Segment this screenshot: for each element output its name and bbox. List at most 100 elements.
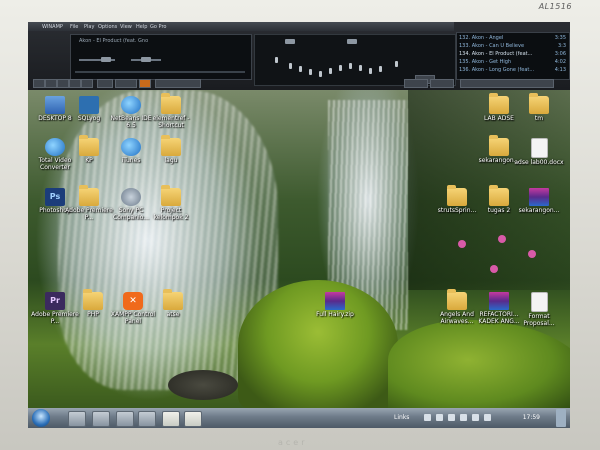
playlist-row-time: 3:3 (557, 43, 566, 49)
desktop-icon-full-hairy[interactable]: Full Hairy.zip (310, 292, 360, 318)
eq-preset-button[interactable] (347, 39, 357, 44)
folder-icon (161, 93, 181, 114)
playlist-row[interactable]: 132. Akon - Angel (459, 35, 503, 41)
tray-icon[interactable] (424, 414, 431, 421)
desktop-icon-format[interactable]: Format Proposal... (514, 292, 564, 327)
winamp-display: Akon - El Product (feat. Gno (70, 34, 252, 80)
sony-pc-companion-icon (121, 188, 141, 206)
eq-slider[interactable] (275, 57, 278, 63)
premiere-icon: Pr (45, 292, 65, 310)
eq-slider[interactable] (289, 63, 292, 69)
folder-icon (161, 135, 181, 156)
menu-help[interactable]: Help (136, 24, 147, 30)
menu-view[interactable]: View (120, 24, 132, 30)
playlist-row[interactable]: 133. Akon - Can U Believe (459, 43, 524, 49)
winamp-window[interactable]: WINAMP File Play Options View Help Go Pr… (28, 22, 570, 90)
playlist-remove-button[interactable] (430, 79, 454, 88)
desktop-icon-project[interactable]: Project kelompok 2 (146, 185, 196, 221)
balance-knob[interactable] (141, 57, 151, 62)
eq-slider[interactable] (309, 69, 312, 75)
volume-icon[interactable] (472, 414, 479, 421)
sqlyog-icon (79, 96, 99, 114)
volume-knob[interactable] (101, 57, 111, 62)
start-button[interactable] (32, 409, 50, 427)
eq-slider[interactable] (359, 65, 362, 71)
winamp-taskbar-icon[interactable] (138, 411, 156, 427)
play-button[interactable] (45, 79, 57, 88)
photoshop-icon: Ps (45, 188, 65, 206)
itunes-icon (121, 138, 141, 156)
folder-icon (529, 93, 549, 114)
xampp-icon: ✕ (123, 292, 143, 310)
seek-bar[interactable] (75, 71, 245, 73)
previous-button[interactable] (33, 79, 45, 88)
winamp-title-bar[interactable]: WINAMP File Play Options View Help Go Pr… (28, 22, 454, 31)
repeat-button[interactable] (155, 79, 201, 88)
media-player-icon[interactable] (116, 411, 134, 427)
folder-icon (83, 289, 103, 310)
eq-slider[interactable] (369, 68, 372, 74)
playlist-misc-button[interactable] (460, 79, 554, 88)
word-document-icon (530, 292, 548, 312)
word-document-icon (530, 138, 548, 158)
menu-file[interactable]: File (70, 24, 78, 30)
desktop-icon-atse[interactable]: atse (148, 289, 198, 318)
desktop-icon-lagu[interactable]: lagu (146, 135, 196, 164)
playlist-panel[interactable]: 132. Akon - Angel 3:35 133. Akon - Can U… (456, 32, 570, 80)
eq-slider[interactable] (349, 63, 352, 69)
playlist-row-time: 4:02 (554, 59, 566, 65)
eq-on-toggle[interactable] (285, 39, 295, 44)
folder-icon (163, 289, 183, 310)
monitor-model-label: AL1516 (538, 2, 572, 11)
playlist-add-button[interactable] (404, 79, 428, 88)
winrar-archive-icon (489, 292, 509, 310)
folder-icon (489, 93, 509, 114)
now-playing-title: Akon - El Product (feat. Gno (79, 38, 149, 44)
taskbar-clock[interactable]: 17:59 (523, 414, 540, 421)
netbeans-icon (121, 96, 141, 114)
desktop-icon-sekarangon-2[interactable]: sekarangon... (514, 188, 564, 214)
eq-slider[interactable] (299, 66, 302, 72)
shuffle-button[interactable] (115, 79, 137, 88)
folder-icon (447, 289, 467, 310)
desktop-icon-tm[interactable]: tm (514, 93, 564, 122)
eq-slider[interactable] (379, 66, 382, 72)
tray-icon[interactable] (436, 414, 443, 421)
internet-explorer-icon[interactable] (68, 411, 86, 427)
taskbar-app-icon[interactable] (184, 411, 202, 427)
monitor-brand-logo: acer (278, 438, 308, 447)
folder-icon (79, 185, 99, 206)
network-icon[interactable] (460, 414, 467, 421)
winamp-title: WINAMP (42, 24, 63, 30)
total-video-icon (45, 138, 65, 156)
pause-button[interactable] (57, 79, 69, 88)
folder-icon (79, 135, 99, 156)
folder-icon (489, 185, 509, 206)
playlist-row-time: 3:06 (554, 51, 566, 57)
winrar-archive-icon (325, 292, 345, 310)
playlist-row[interactable]: 136. Akon - Long Gone (feat... (459, 67, 534, 73)
eq-slider[interactable] (339, 65, 342, 71)
taskbar: Links 17:59 (28, 408, 570, 428)
eq-slider[interactable] (395, 61, 398, 67)
menu-play[interactable]: Play (84, 24, 94, 30)
links-toolbar[interactable]: Links (394, 414, 409, 421)
playlist-row-selected[interactable]: 134. Akon - El Product (feat... (459, 51, 532, 57)
firefox-icon[interactable] (162, 411, 180, 427)
tray-icon[interactable] (448, 414, 455, 421)
tray-icon[interactable] (484, 414, 491, 421)
desktop-icon-elementref[interactable]: elementref - Shortcut (146, 93, 196, 129)
eq-slider[interactable] (319, 71, 322, 77)
stop-button[interactable] (69, 79, 81, 88)
menu-go-pro[interactable]: Go Pro (150, 24, 166, 30)
menu-options[interactable]: Options (98, 24, 117, 30)
next-button[interactable] (81, 79, 93, 88)
show-desktop-button[interactable] (556, 409, 566, 427)
desktop-icon-adse-lab[interactable]: adse lab00.docx (514, 138, 564, 166)
folder-icon (447, 185, 467, 206)
playlist-row[interactable]: 135. Akon - Get High (459, 59, 511, 65)
eq-slider[interactable] (329, 68, 332, 74)
eject-button[interactable] (97, 79, 113, 88)
explorer-icon[interactable] (92, 411, 110, 427)
lightning-icon[interactable] (139, 79, 151, 88)
